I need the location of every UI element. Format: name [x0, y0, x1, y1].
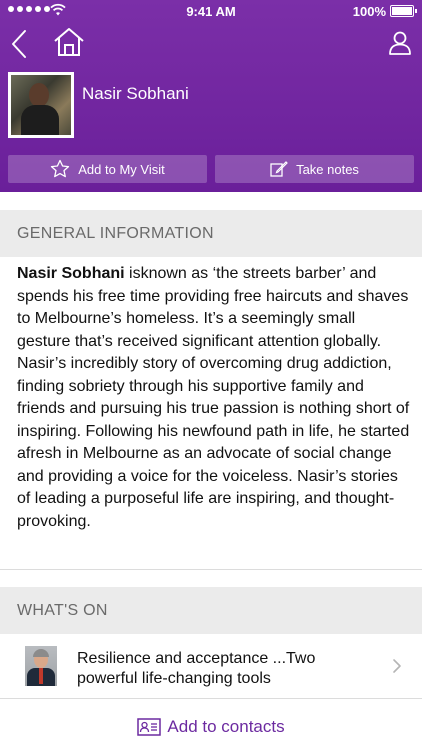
chevron-left-icon	[12, 30, 26, 58]
event-title: Resilience and acceptance ...Two powerfu…	[77, 650, 316, 687]
contact-card-icon	[137, 718, 162, 736]
chevron-right-icon	[393, 659, 401, 673]
action-buttons: Add to My Visit Take notes	[8, 155, 414, 183]
avatar	[8, 72, 74, 138]
whats-on-header: WHAT'S ON	[0, 587, 422, 634]
battery-percentage: 100%	[352, 4, 386, 19]
note-edit-icon	[270, 161, 288, 177]
home-icon	[54, 28, 84, 56]
profile-name: Nasir Sobhani	[82, 84, 189, 103]
event-speaker-thumbnail	[25, 646, 57, 686]
header-spacer	[0, 192, 422, 208]
take-notes-label: Take notes	[296, 161, 359, 177]
section-divider	[0, 569, 422, 570]
event-list-item[interactable]: Resilience and acceptance ...Two powerfu…	[0, 634, 422, 698]
general-information-header: GENERAL INFORMATION	[0, 210, 422, 257]
biography-text: Nasir Sobhani isknown as ‘the streets ba…	[17, 263, 411, 533]
status-bar: 9:41 AM 100%	[0, 0, 422, 24]
profile-button[interactable]	[388, 30, 412, 56]
profile-header: 9:41 AM 100% Nasir Sobhani Add to My Vis…	[0, 0, 422, 192]
battery-icon	[390, 5, 417, 17]
add-to-my-visit-label: Add to My Visit	[78, 161, 165, 177]
biography-name: Nasir Sobhani	[17, 265, 125, 282]
add-to-my-visit-button[interactable]: Add to My Visit	[8, 155, 207, 183]
add-to-contacts-button[interactable]: Add to contacts	[0, 712, 422, 742]
biography-body: isknown as ‘the streets barber’ and spen…	[17, 265, 410, 530]
back-button[interactable]	[8, 28, 32, 60]
list-divider	[0, 698, 422, 699]
star-icon	[51, 159, 70, 178]
person-icon	[389, 31, 411, 55]
profile-summary: Nasir Sobhani	[8, 72, 414, 142]
add-to-contacts-label: Add to contacts	[167, 717, 285, 736]
take-notes-button[interactable]: Take notes	[215, 155, 414, 183]
home-button[interactable]	[52, 26, 86, 58]
